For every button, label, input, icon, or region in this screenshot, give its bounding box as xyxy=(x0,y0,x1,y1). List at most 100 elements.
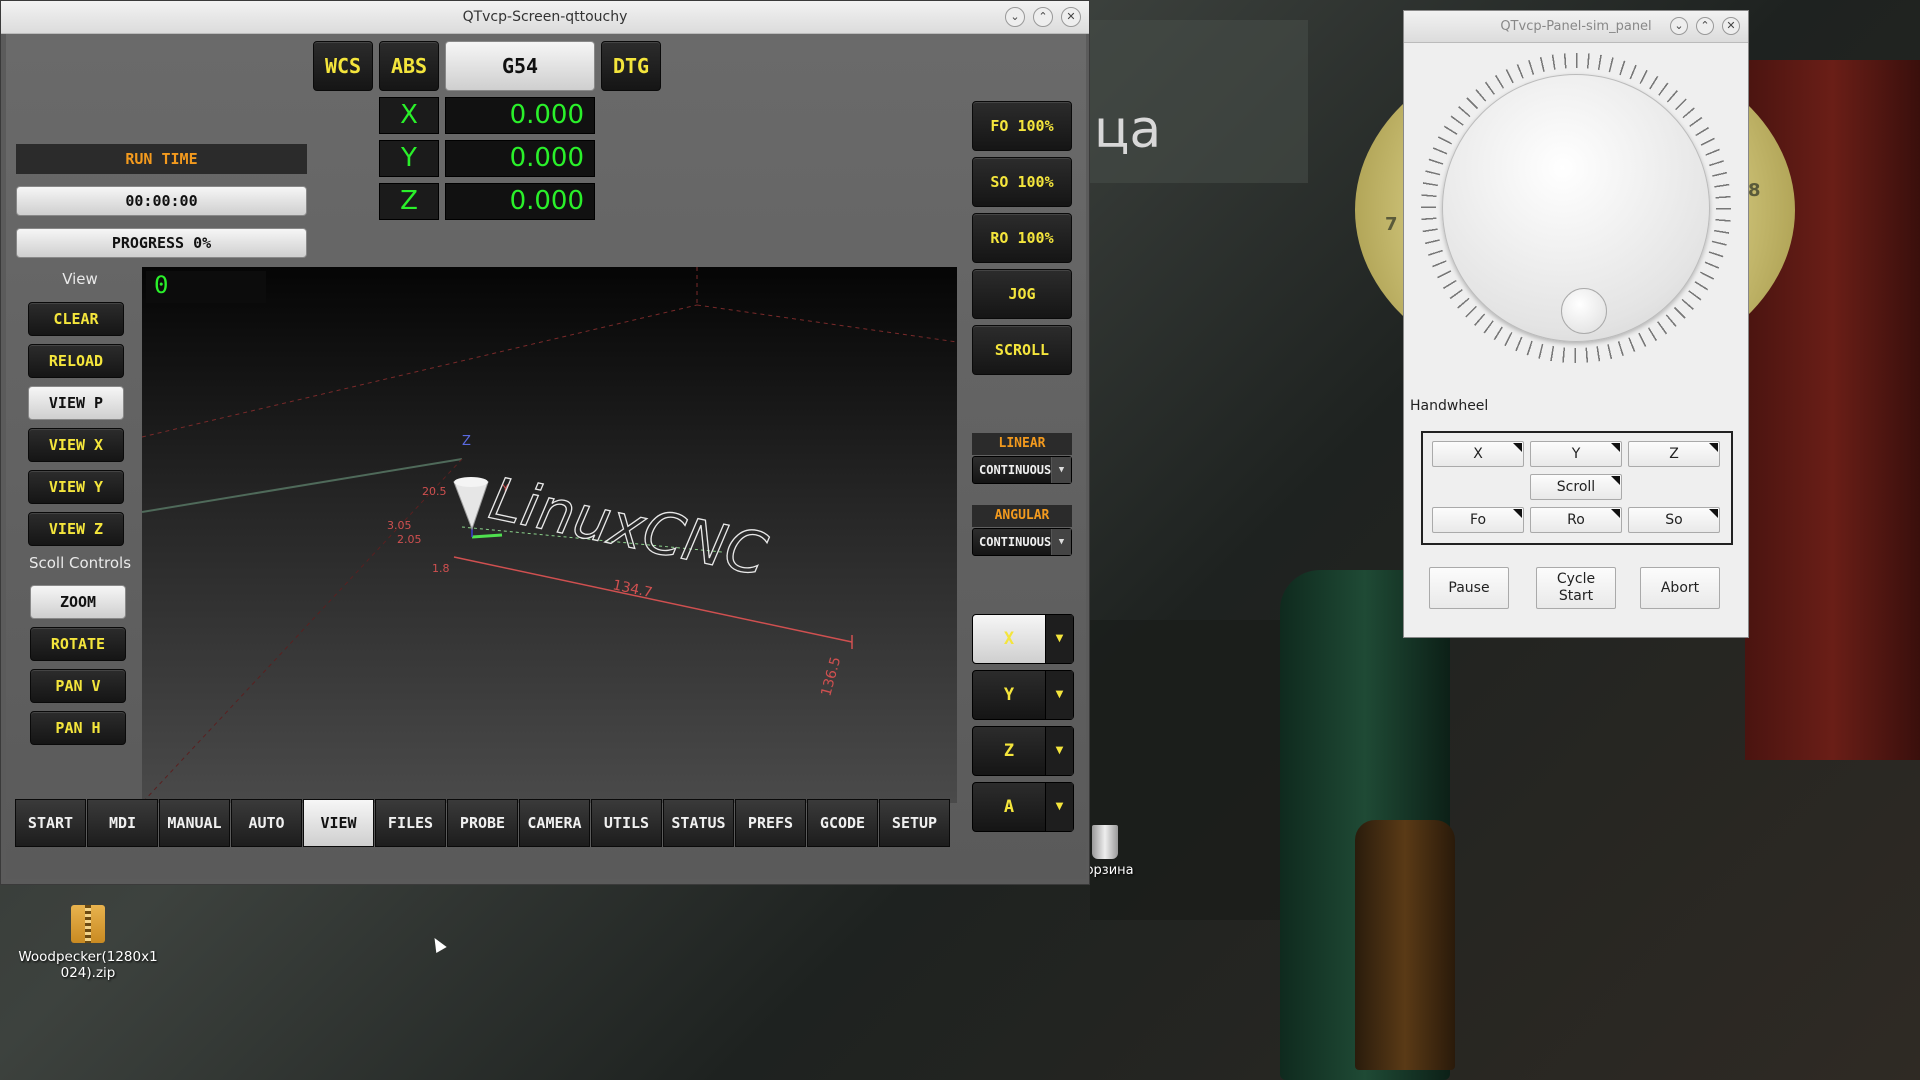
feed-override-button[interactable]: FO 100% xyxy=(972,101,1072,151)
view-x-button[interactable]: VIEW X xyxy=(28,428,124,462)
tab-utils[interactable]: UTILS xyxy=(591,799,662,847)
angular-label: ANGULAR xyxy=(972,505,1072,527)
chevron-down-icon[interactable]: ▼ xyxy=(1045,783,1073,831)
hw-select-z-button[interactable]: Z xyxy=(1628,441,1720,467)
tab-auto[interactable]: AUTO xyxy=(231,799,302,847)
dro-axis-z[interactable]: Z xyxy=(379,183,439,220)
tab-probe[interactable]: PROBE xyxy=(447,799,518,847)
spindle-override-button[interactable]: SO 100% xyxy=(972,157,1072,207)
linear-increment-value: CONTINUOUS xyxy=(979,463,1052,477)
g54-button[interactable]: G54 xyxy=(445,41,595,91)
pan-v-button[interactable]: PAN V xyxy=(30,669,126,703)
zoom-button[interactable]: ZOOM xyxy=(30,585,126,619)
pause-button[interactable]: Pause xyxy=(1429,567,1509,609)
tab-mdi[interactable]: MDI xyxy=(87,799,158,847)
axis-select-y-label: Y xyxy=(1003,685,1015,705)
tab-status[interactable]: STATUS xyxy=(663,799,734,847)
zip-file-label: Woodpecker(1280x1024).zip xyxy=(18,949,158,981)
hw-select-x-button[interactable]: X xyxy=(1432,441,1524,467)
main-window-title: QTvcp-Screen-qttouchy xyxy=(462,9,628,25)
handwheel-label: Handwheel xyxy=(1410,398,1489,414)
minimize-button[interactable]: ⌄ xyxy=(1670,17,1688,35)
clock-number-left: 7 xyxy=(1385,214,1398,235)
pan-h-button[interactable]: PAN H xyxy=(30,711,126,745)
abort-button[interactable]: Abort xyxy=(1640,567,1720,609)
dtg-button[interactable]: DTG xyxy=(601,41,661,91)
tab-manual[interactable]: MANUAL xyxy=(159,799,230,847)
main-window: QTvcp-Screen-qttouchy ⌄ ⌃ ✕ WCS ABS G54 … xyxy=(0,0,1090,885)
desktop-bottle-small xyxy=(1355,820,1455,1070)
main-body: WCS ABS G54 DTG X 0.000 Y 0.000 Z 0.000 … xyxy=(6,34,1086,879)
main-titlebar[interactable]: QTvcp-Screen-qttouchy ⌄ ⌃ ✕ xyxy=(1,1,1089,34)
scroll-controls-label: Scoll Controls xyxy=(28,554,132,572)
cycle-start-button[interactable]: Cycle Start xyxy=(1536,567,1616,609)
hw-select-fo-button[interactable]: Fo xyxy=(1432,507,1524,533)
panel-titlebar[interactable]: QTvcp-Panel-sim_panel ⌄ ⌃ ✕ xyxy=(1404,11,1748,43)
angular-increment-select[interactable]: CONTINUOUS ▼ xyxy=(972,528,1072,556)
svg-text:20.5: 20.5 xyxy=(422,485,447,498)
svg-text:2.05: 2.05 xyxy=(397,533,422,546)
svg-text:LinuxCNC: LinuxCNC xyxy=(484,464,773,589)
clock-number-right: 8 xyxy=(1748,180,1761,201)
abs-button[interactable]: ABS xyxy=(379,41,439,91)
handwheel-knob[interactable] xyxy=(1561,288,1607,334)
axis-select-z[interactable]: Z ▼ xyxy=(972,726,1074,776)
dro-value-y: 0.000 xyxy=(445,140,595,177)
axis-select-a[interactable]: A ▼ xyxy=(972,782,1074,832)
sim-panel-window: QTvcp-Panel-sim_panel ⌄ ⌃ ✕ Handwheel X … xyxy=(1403,10,1749,638)
axis-select-a-label: A xyxy=(1003,797,1015,817)
hw-select-so-button[interactable]: So xyxy=(1628,507,1720,533)
reload-button[interactable]: RELOAD xyxy=(28,344,124,378)
dro-axis-y[interactable]: Y xyxy=(379,140,439,177)
cycle-start-line1: Cycle xyxy=(1556,571,1596,587)
tab-start[interactable]: START xyxy=(15,799,86,847)
clear-button[interactable]: CLEAR xyxy=(28,302,124,336)
run-time-label: RUN TIME xyxy=(16,144,307,174)
handwheel-selector-group: X Y Z Scroll Fo Ro So xyxy=(1421,431,1733,545)
axis-select-y[interactable]: Y ▼ xyxy=(972,670,1074,720)
tab-prefs[interactable]: PREFS xyxy=(735,799,806,847)
tab-gcode[interactable]: GCODE xyxy=(807,799,878,847)
mouse-cursor-icon xyxy=(429,934,447,954)
progress-bar: PROGRESS 0% xyxy=(16,228,307,258)
trash-icon xyxy=(1092,825,1118,859)
chevron-down-icon[interactable]: ▼ xyxy=(1045,671,1073,719)
svg-text:134.7: 134.7 xyxy=(611,577,654,601)
gcode-preview-viewport[interactable]: 0 Z Y LinuxCNC 134.7 136.5 20.5 3.05 2.0… xyxy=(142,267,957,803)
svg-text:Z: Z xyxy=(462,434,471,449)
view-p-button[interactable]: VIEW P xyxy=(28,386,124,420)
tab-files[interactable]: FILES xyxy=(375,799,446,847)
close-button[interactable]: ✕ xyxy=(1061,7,1081,27)
tab-view[interactable]: VIEW xyxy=(303,799,374,847)
chevron-down-icon[interactable]: ▼ xyxy=(1045,615,1073,663)
desktop-sign-text: ца xyxy=(1094,100,1162,160)
chevron-down-icon: ▼ xyxy=(1051,529,1071,555)
rotate-button[interactable]: ROTATE xyxy=(30,627,126,661)
view-z-button[interactable]: VIEW Z xyxy=(28,512,124,546)
view-y-button[interactable]: VIEW Y xyxy=(28,470,124,504)
preview-graphics: Z Y LinuxCNC 134.7 136.5 20.5 3.05 2.05 … xyxy=(142,267,957,803)
maximize-button[interactable]: ⌃ xyxy=(1696,17,1714,35)
desktop-zip-file[interactable]: Woodpecker(1280x1024).zip xyxy=(18,905,158,981)
chevron-down-icon: ▼ xyxy=(1051,457,1071,483)
tab-setup[interactable]: SETUP xyxy=(879,799,950,847)
hw-select-scroll-button[interactable]: Scroll xyxy=(1530,474,1622,500)
jog-button[interactable]: JOG xyxy=(972,269,1072,319)
minimize-button[interactable]: ⌄ xyxy=(1005,7,1025,27)
angular-increment-value: CONTINUOUS xyxy=(979,535,1052,549)
run-time-value: 00:00:00 xyxy=(16,186,307,216)
close-button[interactable]: ✕ xyxy=(1722,17,1740,35)
hw-select-y-button[interactable]: Y xyxy=(1530,441,1622,467)
cycle-start-line2: Start xyxy=(1558,588,1594,604)
axis-select-x[interactable]: X ▼ xyxy=(972,614,1074,664)
tab-camera[interactable]: CAMERA xyxy=(519,799,590,847)
axis-select-x-label: X xyxy=(1003,629,1015,649)
maximize-button[interactable]: ⌃ xyxy=(1033,7,1053,27)
scroll-button[interactable]: SCROLL xyxy=(972,325,1072,375)
wcs-button[interactable]: WCS xyxy=(313,41,373,91)
hw-select-ro-button[interactable]: Ro xyxy=(1530,507,1622,533)
dro-axis-x[interactable]: X xyxy=(379,97,439,134)
chevron-down-icon[interactable]: ▼ xyxy=(1045,727,1073,775)
rapid-override-button[interactable]: RO 100% xyxy=(972,213,1072,263)
linear-increment-select[interactable]: CONTINUOUS ▼ xyxy=(972,456,1072,484)
